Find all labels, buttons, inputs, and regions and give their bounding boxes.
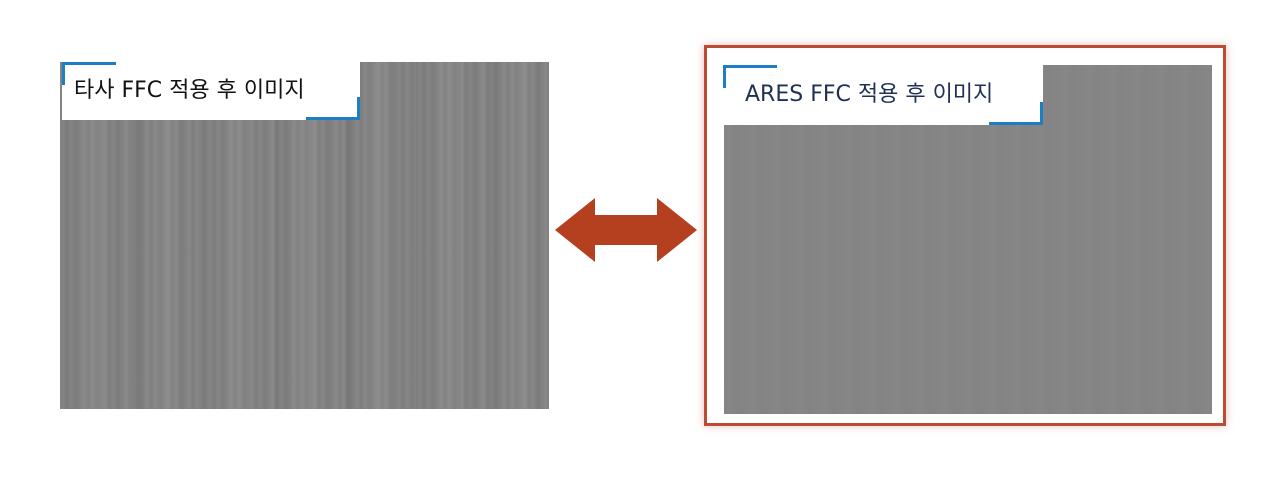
right-image-label: ARES FFC 적용 후 이미지 xyxy=(723,65,1043,125)
label-corner-top-left xyxy=(723,65,777,88)
double-headed-arrow-icon xyxy=(555,198,697,262)
label-corner-bottom-right xyxy=(306,97,360,120)
label-corner-top-left xyxy=(62,62,116,85)
left-image-label: 타사 FFC 적용 후 이미지 xyxy=(62,62,360,120)
label-corner-bottom-right xyxy=(989,102,1043,125)
